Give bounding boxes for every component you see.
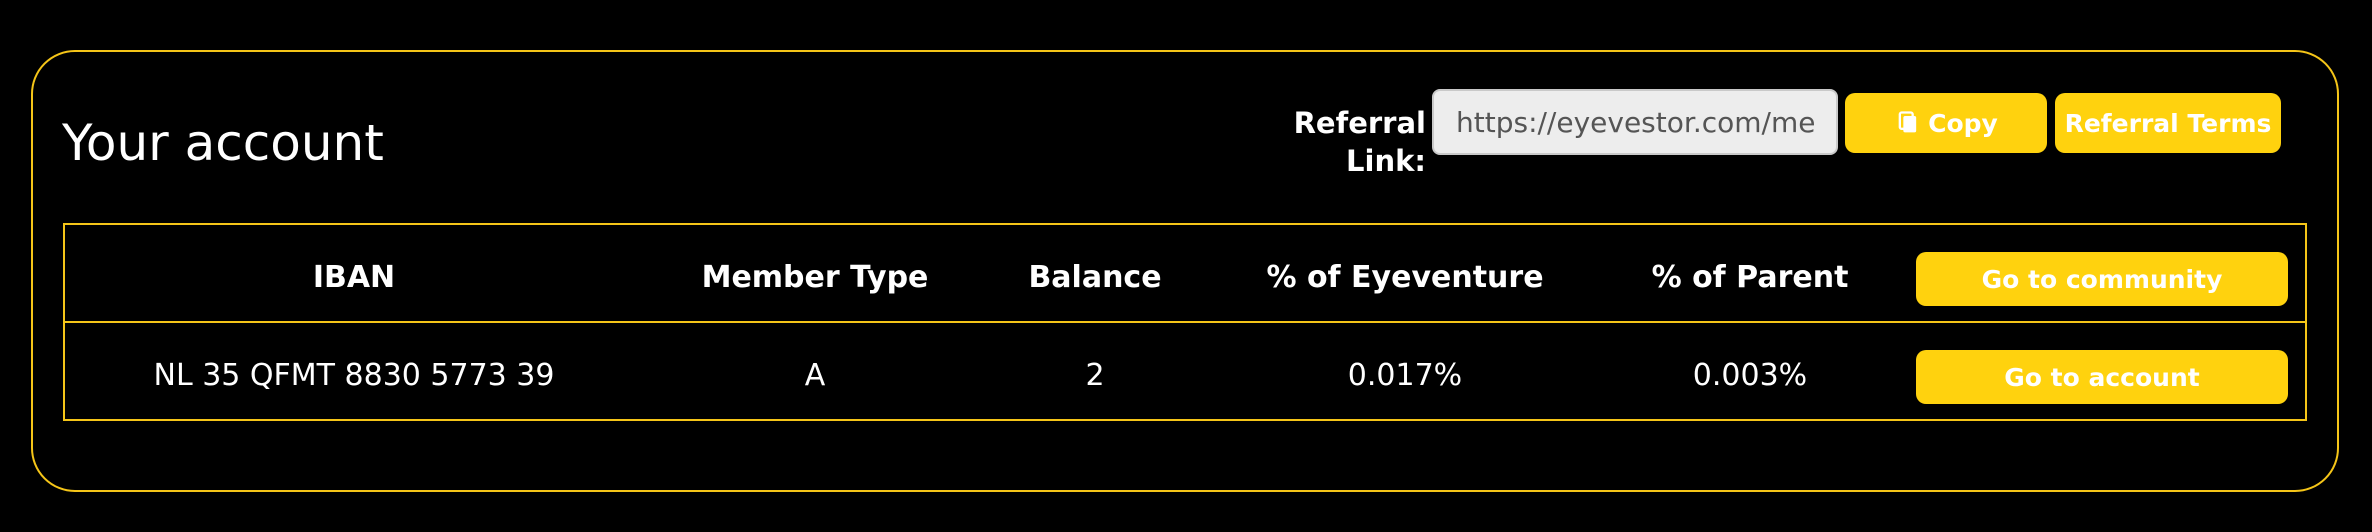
cell-pct-parent: 0.003% <box>1692 358 1808 393</box>
header-member-type: Member Type <box>701 260 929 295</box>
header-pct-parent: % of Parent <box>1651 260 1849 295</box>
cell-member-type: A <box>804 358 826 393</box>
referral-terms-button[interactable]: Referral Terms <box>2055 93 2281 153</box>
referral-link-input[interactable] <box>1432 89 1838 155</box>
header-iban: IBAN <box>312 260 396 295</box>
go-to-account-button[interactable]: Go to account <box>1916 350 2288 404</box>
copy-button[interactable]: Copy <box>1845 93 2047 153</box>
header-balance: Balance <box>1028 260 1162 295</box>
page-title: Your account <box>62 114 384 172</box>
copy-icon <box>1898 111 1917 133</box>
table-divider <box>63 321 2307 323</box>
cell-pct-eyeventure: 0.017% <box>1347 358 1463 393</box>
cell-balance: 2 <box>1085 358 1105 393</box>
copy-button-label: Copy <box>1928 108 1998 138</box>
go-to-community-button[interactable]: Go to community <box>1916 252 2288 306</box>
header-pct-eyeventure: % of Eyeventure <box>1266 260 1544 295</box>
referral-link-label: Referral Link: <box>1293 106 1426 178</box>
cell-iban: NL 35 QFMT 8830 5773 39 <box>153 358 555 393</box>
